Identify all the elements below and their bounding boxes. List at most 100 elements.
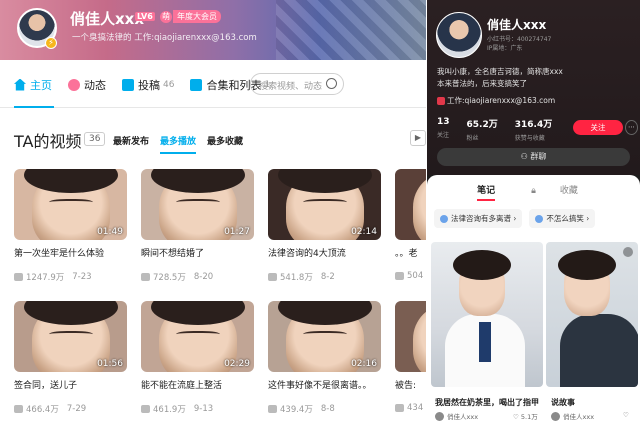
video-thumbnail[interactable]: 02:29 [141,301,254,372]
profile-tabs: 笔记 🔒︎ 收藏 [427,183,640,201]
profile-header: 俏佳人xxx 小红书号：400274747 IP属地：广东 我叫小康，全名唐吉诃… [427,0,640,175]
video-meta: 728.5万 8-20 [141,271,254,283]
uploads-icon [122,78,134,91]
sort-most-played[interactable]: 最多播放 [160,134,197,154]
profile-name: 俏佳人xxx [487,18,547,32]
tab-home[interactable]: 主页 [14,77,52,93]
video-meta: 541.8万 8-2 [268,271,381,283]
heart-icon: ♡ [623,411,629,419]
collection-icon [440,214,448,223]
space-nav: 主页 动态 投稿 46 合集和列表 1 搜索视频、动态 [0,62,426,108]
video-card[interactable]: 被告: 434 [395,301,426,413]
video-meta: 434 [395,403,426,413]
stat-following[interactable]: 13 关注 [437,117,450,142]
year-member-badge: 萌 年度大会员 [160,10,221,23]
video-meta: 466.4万 7-29 [14,403,127,415]
note-title[interactable]: 我居然在奶茶里，喝出了指甲 [435,397,539,408]
bilibili-space-panel: ⚡ 俏佳人xxx LV6 萌 年度大会员 一个臭搞法律的 工作:qiaojiar… [0,0,426,431]
video-title[interactable]: 第一次坐牢是什么体验 [14,246,127,259]
video-title[interactable]: 能不能在流庭上整活 [141,378,254,391]
video-meta: 1247.9万 7-23 [14,271,127,283]
search-icon[interactable] [326,78,337,89]
play-count-icon [141,405,150,413]
video-thumbnail[interactable] [395,301,426,372]
ip-location: IP属地：广东 [487,45,523,52]
video-thumbnail[interactable]: 02:16 [268,301,381,372]
bio-line: 本来普法的，后来变搞笑了 [437,79,527,88]
video-card[interactable]: 01:56 签合同，送儿子 466.4万 7-29 [14,301,127,415]
section-title: TA的视频 [14,132,82,151]
video-meta: 504 [395,271,426,281]
video-title[interactable]: 这件事好像不是很离谱。。 [268,378,381,391]
tab-dynamic[interactable]: 动态 [68,77,106,93]
collection-tag[interactable]: 法律咨询有多离谱 › [434,209,523,228]
note-image[interactable] [546,242,638,387]
bio-line: 我叫小康，全名唐吉诃德，简称唐xxx [437,67,563,76]
username[interactable]: 俏佳人xxx [70,8,144,29]
collection-icon [535,214,544,223]
dynamic-icon [68,78,80,91]
play-count-icon [395,272,404,280]
group-icon: ⚇ [520,152,531,161]
video-thumbnail[interactable]: 02:14 [268,169,381,240]
home-icon [14,78,26,91]
note-likes[interactable]: ♡ [623,411,629,419]
video-title[interactable]: 签合同，送儿子 [14,378,127,391]
level-badge: LV6 [135,12,155,21]
video-card[interactable]: 。。老 504 [395,169,426,281]
group-chat-button[interactable]: ⚇ 群聊 [437,148,630,166]
verified-badge-icon: ⚡ [45,37,57,49]
video-thumbnail[interactable] [395,169,426,240]
collection-tag[interactable]: 不怎么搞笑 › [529,209,596,228]
avatar[interactable] [436,12,482,58]
sort-latest[interactable]: 最新发布 [113,134,149,154]
video-title[interactable]: 被告: [395,378,426,391]
video-title[interactable]: 瞬间不想结婚了 [141,246,254,259]
video-card[interactable]: 01:27 瞬间不想结婚了 728.5万 8-20 [141,169,254,283]
note-image[interactable] [431,242,543,387]
play-count-icon [395,404,404,412]
chevron-right-icon: › [583,214,590,223]
play-count-icon [268,405,277,413]
chevron-right-icon: › [511,214,517,223]
search-input[interactable]: 搜索视频、动态 [250,73,344,95]
note-collections: 法律咨询有多离谱 › 不怎么搞笑 › [434,209,602,228]
year-member-label: 年度大会员 [173,10,221,23]
follow-button[interactable]: 关注 [573,120,623,135]
play-count-icon [14,273,23,281]
video-meta: 439.4万 8-8 [268,403,381,415]
xiaohongshu-profile-panel: 俏佳人xxx 小红书号：400274747 IP属地：广东 我叫小康，全名唐吉诃… [427,0,640,431]
stat-followers[interactable]: 65.2万 粉丝 [467,117,498,142]
sort-most-favorited[interactable]: 最多收藏 [207,134,243,154]
video-card[interactable]: 02:14 法律咨询的4大顶流 541.8万 8-2 [268,169,381,283]
lock-icon: 🔒︎ [531,186,536,196]
video-title[interactable]: 。。老 [395,246,426,259]
note-card[interactable] [546,242,638,387]
collection-icon [190,78,203,91]
active-tab-underline [14,106,54,108]
stat-likes[interactable]: 316.4万 获赞与收藏 [515,117,552,142]
profile-stats: 13 关注 65.2万 粉丝 316.4万 获赞与收藏 [437,117,569,142]
video-card[interactable]: 02:16 这件事好像不是很离谱。。 439.4万 8-8 [268,301,381,415]
vip-icon: 萌 [160,10,172,23]
video-thumbnail[interactable]: 01:27 [141,169,254,240]
note-likes[interactable]: ♡ 5.1万 [513,411,538,421]
video-title[interactable]: 法律咨询的4大顶流 [268,246,381,259]
play-all-icon[interactable]: ▶ [410,130,426,146]
tab-favorites[interactable]: 🔒︎ 收藏 [519,183,590,201]
tab-uploads[interactable]: 投稿 46 [122,77,174,93]
tab-notes[interactable]: 笔记 [477,183,496,201]
video-card[interactable]: 02:29 能不能在流庭上整活 461.9万 9-13 [141,301,254,415]
play-count-icon [268,273,277,281]
note-card[interactable] [431,242,543,387]
message-icon[interactable]: ⋯ [625,120,638,135]
video-play-icon [623,247,633,257]
video-thumbnail[interactable]: 01:56 [14,301,127,372]
author-avatar [435,411,444,421]
video-thumbnail[interactable]: 01:49 [14,169,127,240]
note-title[interactable]: 说故事 [551,397,575,408]
notes-area: 笔记 🔒︎ 收藏 法律咨询有多离谱 › 不怎么搞笑 › 我居然在奶茶里，喝出了指甲… [427,175,640,431]
heart-icon: ♡ [513,413,521,421]
video-card[interactable]: 01:49 第一次坐牢是什么体验 1247.9万 7-23 [14,169,127,283]
mail-icon [437,96,445,105]
